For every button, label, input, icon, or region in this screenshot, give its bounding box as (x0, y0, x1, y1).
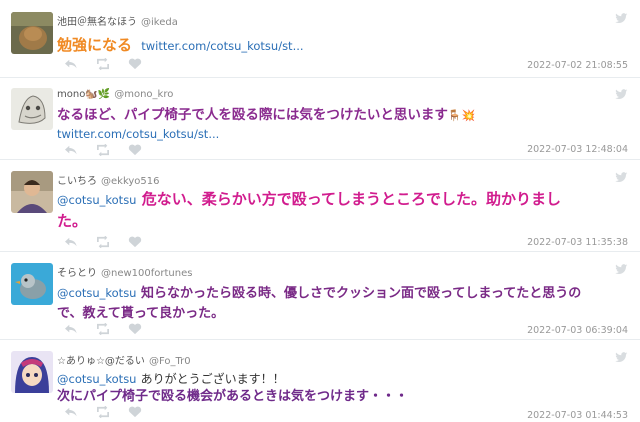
timestamp[interactable]: 2022-07-02 21:08:55 (527, 60, 628, 71)
twitter-bird-icon (615, 172, 628, 182)
reply-mention[interactable]: @cotsu_kotsu (57, 193, 136, 207)
tweet-text: 勉強になる (57, 36, 133, 54)
tweet-text-line2: 次にパイプ椅子で殴る機会があるときは気をつけます・・・ (57, 389, 409, 404)
tweet-actions (64, 323, 142, 335)
tweet-item: 池田＠無名なほう @ikeda 勉強になる twitter.com/cotsu_k… (0, 0, 640, 78)
reply-icon[interactable] (64, 236, 78, 248)
user-handle[interactable]: @mono_kro (114, 89, 173, 100)
avatar[interactable] (11, 12, 53, 54)
tweet-text-line2: で、教えて貰って良かった。 (57, 306, 225, 321)
avatar[interactable] (11, 171, 53, 213)
reply-mention[interactable]: @cotsu_kotsu (57, 372, 136, 386)
tweet-body: @cotsu_kotsu ありがとうございます！！ 次にパイプ椅子で殴る機会があ… (57, 371, 617, 405)
reply-icon[interactable] (64, 144, 78, 156)
tweet-text-line1: ありがとうございます！！ (140, 372, 285, 386)
heart-icon[interactable] (128, 144, 142, 156)
reply-icon[interactable] (64, 323, 78, 335)
avatar[interactable] (11, 351, 53, 393)
twitter-bird-icon (615, 352, 628, 362)
timestamp[interactable]: 2022-07-03 06:39:04 (527, 325, 628, 336)
retweet-icon[interactable] (96, 406, 110, 418)
tweet-item: こいちろ @ekkyo516 @cotsu_kotsu 危ない、柔らかい方で殴って… (0, 160, 640, 252)
heart-icon[interactable] (128, 58, 142, 70)
heart-icon[interactable] (128, 406, 142, 418)
tweet-actions (64, 144, 142, 156)
user-name[interactable]: mono🐿️🌿 (57, 89, 110, 100)
user-name[interactable]: ☆ありゅ☆@だるい (57, 356, 145, 367)
retweet-icon[interactable] (96, 236, 110, 248)
chair-explosion-emoji: 🪑💥 (447, 109, 476, 122)
tweet-text-line1: 知らなかったら殴る時、優しさでクッション面で殴ってしまってたと思うの (141, 286, 582, 301)
retweet-icon[interactable] (96, 58, 110, 70)
user-name[interactable]: そらとり (57, 268, 97, 279)
user-handle[interactable]: @new100fortunes (101, 268, 192, 279)
tweet-body: なるほど、パイプ椅子で人を殴る際には気をつけたいと思います🪑💥 twitter.… (57, 106, 617, 144)
twitter-bird-icon (615, 89, 628, 99)
tweet-text-line2: た。 (57, 212, 88, 230)
tweet-actions (64, 236, 142, 248)
timestamp[interactable]: 2022-07-03 11:35:38 (527, 237, 628, 248)
user-handle[interactable]: @ekkyo516 (101, 176, 160, 187)
tweet-actions (64, 58, 142, 70)
avatar[interactable] (11, 88, 53, 130)
reply-mention[interactable]: @cotsu_kotsu (57, 286, 136, 300)
user-handle[interactable]: @Fo_Tr0 (149, 356, 191, 367)
user-name[interactable]: 池田＠無名なほう (57, 17, 137, 28)
tweet-header: こいちろ @ekkyo516 (57, 172, 160, 187)
user-handle[interactable]: @ikeda (141, 17, 178, 28)
reply-icon[interactable] (64, 58, 78, 70)
tweet-text: なるほど、パイプ椅子で人を殴る際には気をつけたいと思います (57, 107, 448, 123)
heart-icon[interactable] (128, 236, 142, 248)
reply-icon[interactable] (64, 406, 78, 418)
user-name[interactable]: こいちろ (57, 176, 97, 187)
tweet-link[interactable]: twitter.com/cotsu_kotsu/st... (57, 127, 219, 141)
tweet-feed: 池田＠無名なほう @ikeda 勉強になる twitter.com/cotsu_k… (0, 0, 640, 422)
retweet-icon[interactable] (96, 144, 110, 156)
tweet-text-line1: 危ない、柔らかい方で殴ってしまうところでした。助かりまし (141, 190, 561, 208)
tweet-item: ☆ありゅ☆@だるい @Fo_Tr0 @cotsu_kotsu ありがとうございます… (0, 340, 640, 422)
avatar[interactable] (11, 263, 53, 305)
tweet-body: @cotsu_kotsu 危ない、柔らかい方で殴ってしまうところでした。助かりま… (57, 189, 617, 232)
twitter-bird-icon (615, 264, 628, 274)
timestamp[interactable]: 2022-07-03 12:48:04 (527, 144, 628, 155)
timestamp[interactable]: 2022-07-03 01:44:53 (527, 410, 628, 421)
tweet-item: そらとり @new100fortunes @cotsu_kotsu 知らなかったら… (0, 252, 640, 340)
tweet-body: 勉強になる twitter.com/cotsu_kotsu/st... (57, 35, 617, 55)
tweet-actions (64, 406, 142, 418)
tweet-link[interactable]: twitter.com/cotsu_kotsu/st... (141, 39, 303, 53)
tweet-header: 池田＠無名なほう @ikeda (57, 13, 178, 28)
heart-icon[interactable] (128, 323, 142, 335)
tweet-item: mono🐿️🌿 @mono_kro なるほど、パイプ椅子で人を殴る際には気をつけた… (0, 78, 640, 160)
tweet-header: mono🐿️🌿 @mono_kro (57, 89, 173, 100)
retweet-icon[interactable] (96, 323, 110, 335)
tweet-body: @cotsu_kotsu 知らなかったら殴る時、優しさでクッション面で殴ってしま… (57, 283, 617, 324)
tweet-header: ☆ありゅ☆@だるい @Fo_Tr0 (57, 352, 191, 367)
twitter-bird-icon (615, 13, 628, 23)
tweet-header: そらとり @new100fortunes (57, 264, 192, 279)
